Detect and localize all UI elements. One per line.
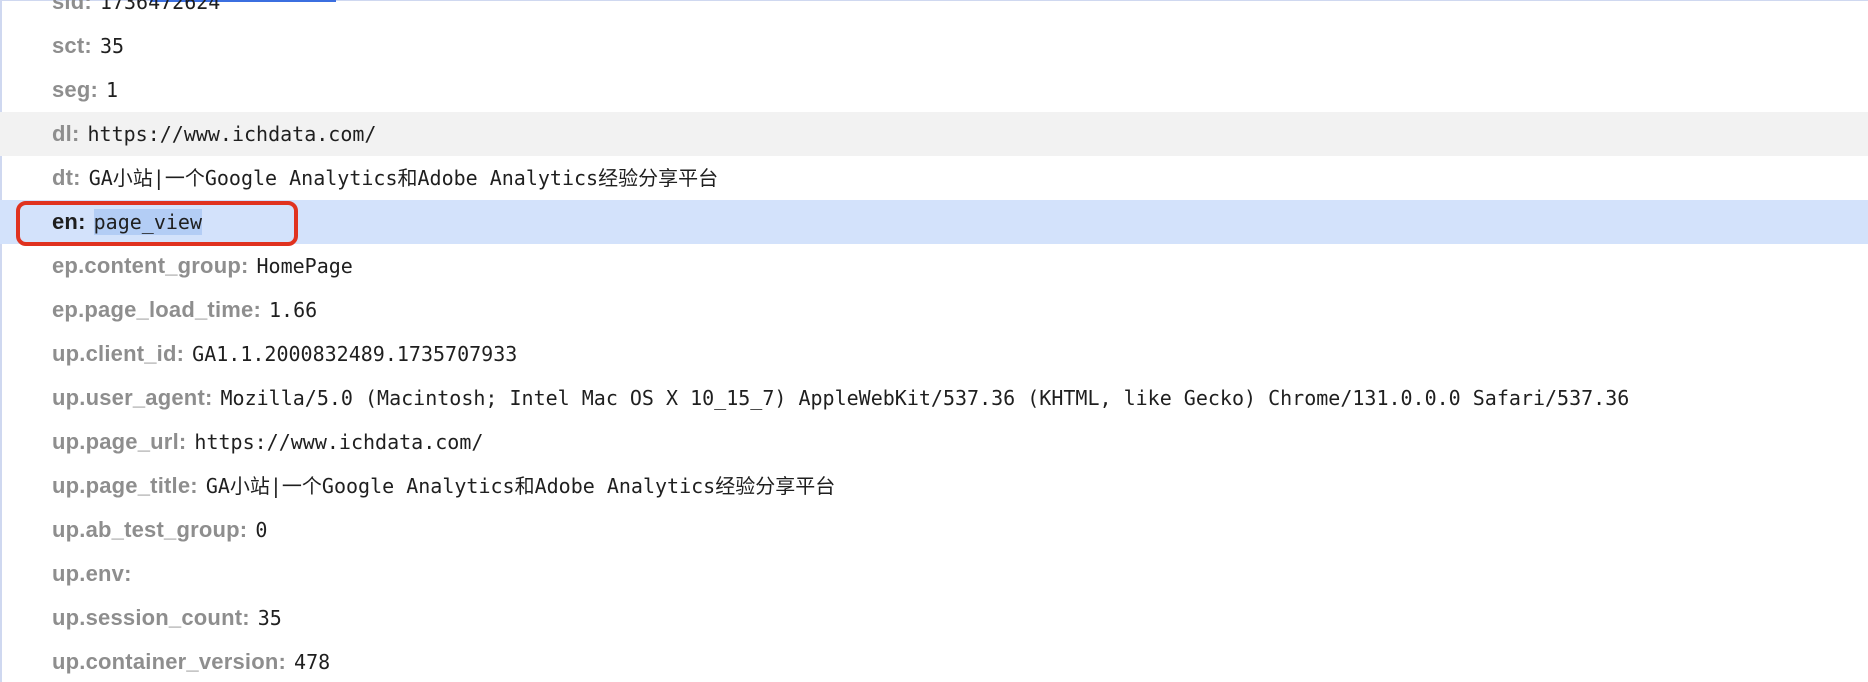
param-value[interactable]: 1.66 xyxy=(269,298,317,322)
param-row-up-user-agent[interactable]: up.user_agent: Mozilla/5.0 (Macintosh; In… xyxy=(0,376,1868,420)
param-key: ep.page_load_time: xyxy=(52,297,261,322)
param-value[interactable]: 478 xyxy=(294,650,330,674)
param-key: up.page_url: xyxy=(52,429,187,454)
param-value[interactable]: GA1.1.2000832489.1735707933 xyxy=(192,342,517,366)
param-value[interactable]: https://www.ichdata.com/ xyxy=(87,122,376,146)
param-key: en: xyxy=(52,209,86,234)
param-value[interactable]: 1736472624 xyxy=(100,0,220,14)
param-row-up-env[interactable]: up.env: xyxy=(0,552,1868,596)
param-row-sct[interactable]: sct: 35 xyxy=(0,24,1868,68)
param-value[interactable]: https://www.ichdata.com/ xyxy=(194,430,483,454)
param-value[interactable]: GA小站|一个Google Analytics和Adobe Analytics经… xyxy=(206,474,835,498)
request-payload-panel: sid: 1736472624 sct: 35 seg: 1 dl: https://w… xyxy=(0,0,1868,682)
query-parameter-list: sid: 1736472624 sct: 35 seg: 1 dl: https://w… xyxy=(0,0,1868,682)
param-row-up-ab-test-group[interactable]: up.ab_test_group: 0 xyxy=(0,508,1868,552)
param-value[interactable]: 35 xyxy=(100,34,124,58)
param-row-up-session-count[interactable]: up.session_count: 35 xyxy=(0,596,1868,640)
param-key: up.env: xyxy=(52,561,132,586)
param-value[interactable]: Mozilla/5.0 (Macintosh; Intel Mac OS X 1… xyxy=(221,386,1630,410)
param-key: sid: xyxy=(52,0,92,14)
param-key: up.container_version: xyxy=(52,649,287,674)
param-row-en[interactable]: en: page_view xyxy=(0,200,1868,244)
param-row-up-client-id[interactable]: up.client_id: GA1.1.2000832489.1735707933 xyxy=(0,332,1868,376)
param-key: up.user_agent: xyxy=(52,385,213,410)
param-key: up.session_count: xyxy=(52,605,250,630)
param-value[interactable]: 35 xyxy=(258,606,282,630)
param-row-ep-page-load-time[interactable]: ep.page_load_time: 1.66 xyxy=(0,288,1868,332)
param-row-sid[interactable]: sid: 1736472624 xyxy=(0,0,1868,24)
param-key: up.client_id: xyxy=(52,341,185,366)
param-key: ep.content_group: xyxy=(52,253,249,278)
param-value-selected[interactable]: page_view xyxy=(93,209,202,235)
param-row-up-page-title[interactable]: up.page_title: GA小站|一个Google Analytics和Ad… xyxy=(0,464,1868,508)
param-row-up-page-url[interactable]: up.page_url: https://www.ichdata.com/ xyxy=(0,420,1868,464)
param-value[interactable]: HomePage xyxy=(257,254,353,278)
param-value[interactable]: GA小站|一个Google Analytics和Adobe Analytics经… xyxy=(89,166,718,190)
param-row-dl[interactable]: dl: https://www.ichdata.com/ xyxy=(0,112,1868,156)
param-row-ep-content-group[interactable]: ep.content_group: HomePage xyxy=(0,244,1868,288)
param-value[interactable]: 1 xyxy=(106,78,118,102)
param-key: seg: xyxy=(52,77,99,102)
param-key: sct: xyxy=(52,33,92,58)
param-key: dl: xyxy=(52,121,80,146)
param-row-dt[interactable]: dt: GA小站|一个Google Analytics和Adobe Analyti… xyxy=(0,156,1868,200)
param-row-seg[interactable]: seg: 1 xyxy=(0,68,1868,112)
param-key: up.page_title: xyxy=(52,473,198,498)
param-key: dt: xyxy=(52,165,81,190)
param-value[interactable]: 0 xyxy=(255,518,267,542)
param-key: up.ab_test_group: xyxy=(52,517,248,542)
param-row-up-container-version[interactable]: up.container_version: 478 xyxy=(0,640,1868,682)
